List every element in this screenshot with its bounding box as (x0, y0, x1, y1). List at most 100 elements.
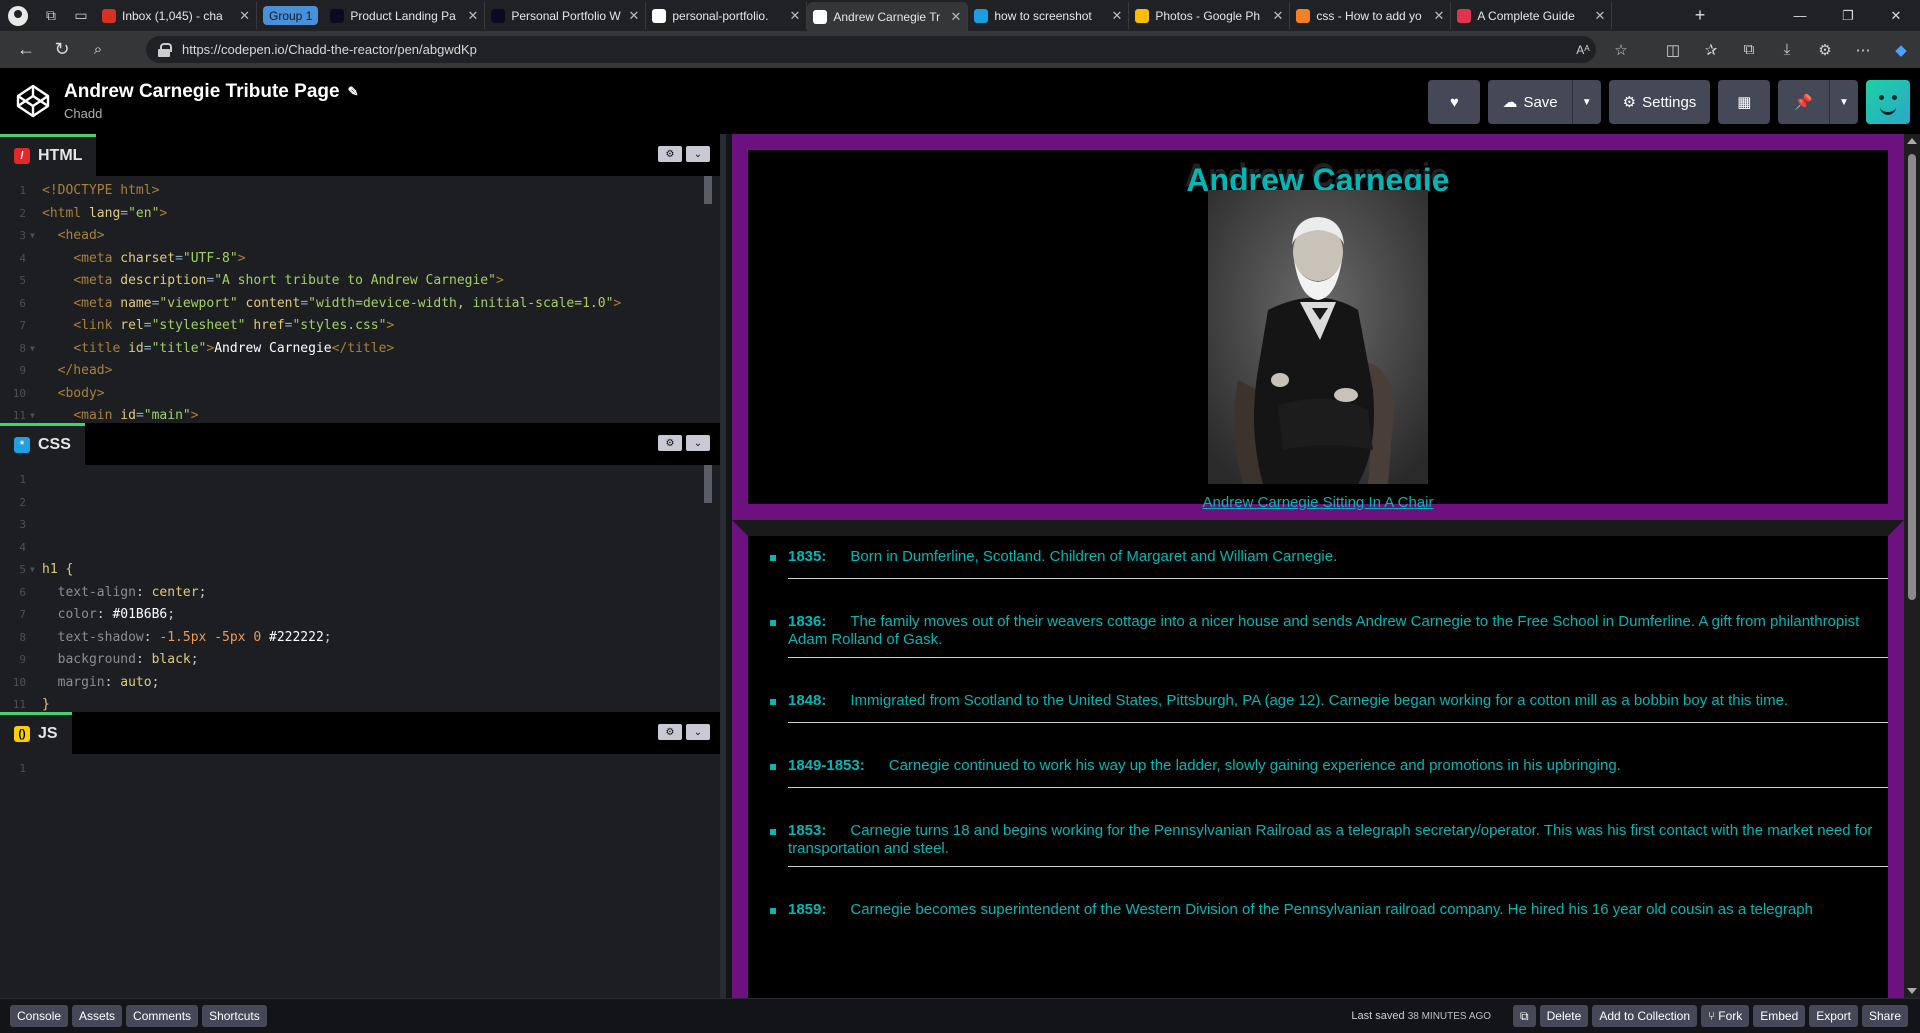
restore-icon[interactable]: ❐ (1824, 0, 1872, 31)
close-window-icon[interactable]: ✕ (1872, 0, 1920, 31)
browser-tab[interactable]: Inbox (1,045) - cha ✕ (96, 2, 257, 29)
line-number: 8 (19, 341, 26, 355)
fork-button[interactable]: ⑂ Fork (1701, 1005, 1750, 1027)
close-tab-icon[interactable]: ✕ (628, 8, 639, 24)
code-line: 1 <!DOCTYPE html> (0, 180, 720, 203)
css-collapse-chevron-icon[interactable]: ⌄ (686, 435, 710, 451)
scroll-down-arrow-icon[interactable] (1907, 988, 1917, 994)
css-code-area[interactable]: 1 2 3 4 5 ▼ h1 {6 text-align: center; 7 color: … (0, 465, 720, 712)
downloads-icon[interactable]: ⤓ (1768, 31, 1806, 68)
gutter (30, 627, 42, 650)
search-icon[interactable]: ⌕ (80, 31, 116, 68)
user-avatar[interactable] (1866, 80, 1910, 124)
read-aloud-icon[interactable]: Aᴬ (1564, 31, 1602, 68)
line-number: 8 (19, 630, 26, 644)
scroll-up-arrow-icon[interactable] (1907, 138, 1917, 144)
pin-icon: 📌 (1794, 94, 1813, 111)
refresh-icon[interactable]: ↻ (44, 31, 80, 68)
code-line: 10 margin: auto; (0, 672, 720, 695)
settings-button[interactable]: ⚙ Settings (1608, 80, 1711, 124)
new-tab-icon[interactable]: + (1684, 0, 1716, 31)
tab-actions-icon[interactable]: ▭ (66, 0, 96, 31)
fold-arrow-icon[interactable]: ▼ (30, 559, 42, 582)
gutter (30, 582, 42, 605)
close-tab-icon[interactable]: ✕ (1111, 8, 1122, 24)
code-line: 4 <meta charset="UTF-8"> (0, 248, 720, 271)
line-number: 7 (19, 319, 26, 332)
comments-button[interactable]: Comments (126, 1005, 199, 1027)
gutter (30, 315, 42, 338)
save-dropdown-chevron-icon[interactable]: ▼ (1573, 80, 1601, 124)
html-tab[interactable]: / HTML (0, 134, 97, 176)
js-collapse-chevron-icon[interactable]: ⌄ (686, 724, 710, 740)
js-settings-gear-icon[interactable]: ⚙ (658, 724, 682, 740)
browser-tab[interactable]: personal-portfolio. ✕ (646, 2, 808, 29)
pin-dropdown-chevron-icon[interactable]: ▼ (1830, 80, 1858, 124)
html-scrollbar[interactable] (704, 176, 712, 204)
line-number: 1 (19, 473, 26, 486)
share-button[interactable]: Share (1861, 1005, 1908, 1027)
preview-scrollbar[interactable] (1904, 134, 1920, 998)
export-button[interactable]: Export (1809, 1005, 1858, 1027)
browser-tab[interactable]: css - How to add yo ✕ (1290, 2, 1452, 29)
change-view-button[interactable]: ▦ (1718, 80, 1771, 124)
close-tab-icon[interactable]: ✕ (467, 8, 478, 24)
codepen-header: Andrew Carnegie Tribute Page ✎ Chadd ♥ ☁… (0, 68, 1920, 134)
pin-button[interactable]: 📌 (1778, 80, 1830, 124)
favorite-star-icon[interactable]: ☆ (1602, 31, 1640, 68)
minimize-icon[interactable]: — (1776, 0, 1824, 31)
close-tab-icon[interactable]: ✕ (950, 9, 961, 25)
add-to-collection-button[interactable]: Add to Collection (1592, 1005, 1698, 1027)
fold-arrow-icon[interactable]: ▼ (30, 405, 42, 423)
save-button[interactable]: ☁ Save (1488, 80, 1573, 124)
preview-scroll-thumb[interactable] (1908, 154, 1916, 600)
like-heart-button[interactable]: ♥ (1428, 80, 1481, 124)
close-tab-icon[interactable]: ✕ (1433, 8, 1444, 24)
copilot-icon[interactable]: ◆ (1882, 31, 1920, 68)
edit-pencil-icon[interactable]: ✎ (348, 84, 359, 100)
open-external-button[interactable]: ⧉ (1513, 1005, 1536, 1027)
close-tab-icon[interactable]: ✕ (1272, 8, 1283, 24)
close-tab-icon[interactable]: ✕ (789, 8, 800, 24)
browser-tab[interactable]: how to screenshot ✕ (968, 2, 1130, 29)
timeline-text: The family moves out of their weavers co… (788, 613, 1860, 648)
close-tab-icon[interactable]: ✕ (239, 8, 250, 24)
shortcuts-button[interactable]: Shortcuts (202, 1005, 267, 1027)
js-code-area[interactable]: 1 (0, 754, 720, 781)
css-scrollbar[interactable] (704, 465, 712, 503)
workspaces-icon[interactable]: ⧉ (36, 0, 66, 31)
assets-button[interactable]: Assets (72, 1005, 123, 1027)
code-line: 11 ▼ <main id="main"> (0, 405, 720, 423)
css-settings-gear-icon[interactable]: ⚙ (658, 435, 682, 451)
pen-title[interactable]: Andrew Carnegie Tribute Page ✎ (64, 81, 358, 103)
extensions-icon[interactable]: ⚙ (1806, 31, 1844, 68)
html-settings-gear-icon[interactable]: ⚙ (658, 146, 682, 162)
favorites-icon[interactable]: ✰ (1692, 31, 1730, 68)
css-tab[interactable]: * CSS (0, 423, 85, 465)
embed-button[interactable]: Embed (1753, 1005, 1806, 1027)
browser-tab[interactable]: Photos - Google Ph ✕ (1129, 2, 1291, 29)
back-icon[interactable]: ← (8, 31, 44, 68)
html-code-area[interactable]: 1 <!DOCTYPE html> 2 <html lang="en"> 3 ▼ <hea… (0, 176, 720, 423)
fold-arrow-icon[interactable]: ▼ (30, 225, 42, 248)
codepen-logo-icon[interactable] (10, 78, 56, 124)
browser-tab[interactable]: A Complete Guide ✕ (1451, 2, 1613, 29)
close-tab-icon[interactable]: ✕ (1594, 8, 1605, 24)
pen-author[interactable]: Chadd (64, 106, 358, 121)
collections-icon[interactable]: ⧉ (1730, 31, 1768, 68)
browser-tab[interactable]: Product Landing Pa ✕ (324, 2, 486, 29)
delete-button[interactable]: Delete (1539, 1005, 1589, 1027)
js-tab[interactable]: () JS (0, 712, 72, 754)
html-collapse-chevron-icon[interactable]: ⌄ (686, 146, 710, 162)
browser-tab[interactable]: Personal Portfolio W ✕ (485, 2, 647, 29)
console-button[interactable]: Console (10, 1005, 69, 1027)
fold-arrow-icon[interactable]: ▼ (30, 338, 42, 361)
js-tab-label: JS (38, 725, 58, 742)
photo-caption-link[interactable]: Andrew Carnegie Sitting In A Chair (748, 494, 1888, 511)
browser-tab[interactable]: Andrew Carnegie Tr ✕ (807, 2, 969, 31)
more-menu-icon[interactable]: ⋯ (1844, 31, 1882, 68)
tab-group-chip[interactable]: Group 1 (263, 6, 319, 25)
url-field[interactable]: https://codepen.io/Chadd-the-reactor/pen… (146, 36, 1596, 63)
split-screen-icon[interactable]: ◫ (1654, 31, 1692, 68)
profile-icon[interactable] (8, 5, 28, 26)
